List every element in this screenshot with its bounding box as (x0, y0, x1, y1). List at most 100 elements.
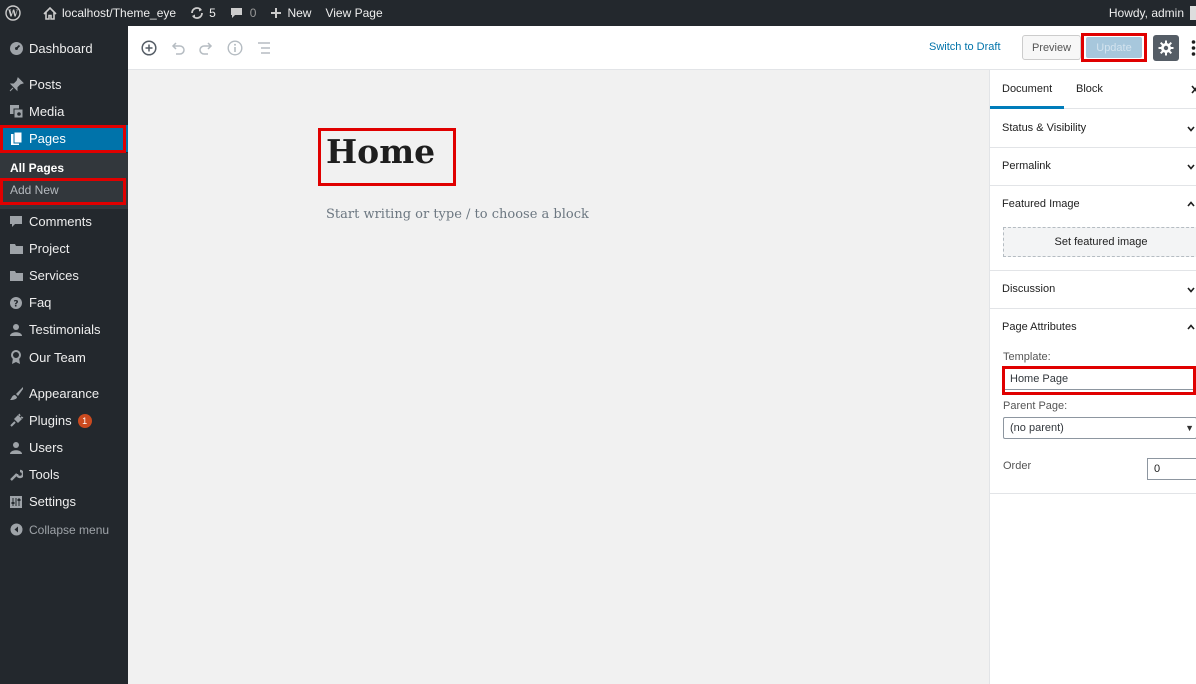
sidebar-item-plugins[interactable]: Plugins 1 (0, 407, 128, 434)
sidebar-label: Our Team (29, 350, 86, 365)
update-button[interactable]: Update (1086, 37, 1142, 58)
switch-to-draft-button[interactable]: Switch to Draft (929, 41, 1001, 53)
sidebar-label: Dashboard (29, 41, 93, 56)
sidebar-label: Users (29, 440, 63, 455)
comments-link[interactable]: 0 (223, 0, 264, 26)
submenu-add-new[interactable]: Add New (10, 183, 59, 197)
tab-block[interactable]: Block (1076, 83, 1103, 95)
editor-toolbar: Switch to Draft Preview Update (128, 26, 1196, 70)
updates-link[interactable]: 5 (183, 0, 223, 26)
sidebar-label: Plugins (29, 413, 72, 428)
media-icon (8, 104, 24, 120)
sidebar-item-comments[interactable]: Comments (0, 208, 128, 235)
panel-status-visibility[interactable]: Status & Visibility (990, 109, 1196, 148)
sidebar-item-our-team[interactable]: Our Team (0, 344, 128, 371)
pages-icon (8, 131, 24, 147)
undo-icon (171, 42, 185, 55)
sidebar-item-settings[interactable]: Settings (0, 488, 128, 515)
collapse-menu-button[interactable]: Collapse menu (0, 516, 128, 543)
panel-permalink[interactable]: Permalink (990, 148, 1196, 186)
chevron-up-icon (1187, 201, 1195, 207)
section-title: Discussion (1002, 283, 1056, 295)
sidebar-item-faq[interactable]: ? Faq (0, 289, 128, 316)
comment-icon (8, 214, 24, 230)
sidebar-label: Media (29, 104, 65, 119)
post-title-input[interactable]: Home (326, 132, 435, 171)
new-label: New (287, 6, 312, 20)
default-block-appender[interactable]: Start writing or type / to choose a bloc… (326, 207, 589, 222)
howdy-text: Howdy, admin (1108, 6, 1184, 20)
redo-icon (199, 42, 213, 55)
svg-text:W: W (7, 10, 19, 20)
list-outline-icon (258, 42, 270, 54)
sidebar-item-testimonials[interactable]: Testimonials (0, 316, 128, 343)
template-select[interactable]: Home Page (1003, 368, 1196, 390)
preview-button[interactable]: Preview (1022, 35, 1081, 60)
sidebar-tabs: Document Block (990, 70, 1196, 109)
view-page-link[interactable]: View Page (318, 0, 389, 26)
section-title[interactable]: Page Attributes (1002, 321, 1077, 333)
sidebar-label: Comments (29, 214, 92, 229)
home-icon (43, 6, 57, 20)
set-featured-image-label: Set featured image (1054, 236, 1148, 248)
sidebar-label: Services (29, 268, 79, 283)
sidebar-item-users[interactable]: Users (0, 434, 128, 461)
parent-page-select[interactable]: (no parent) ▼ (1003, 417, 1196, 439)
plus-icon (271, 8, 282, 18)
tab-document[interactable]: Document (1002, 83, 1052, 95)
submenu-all-pages[interactable]: All Pages (10, 161, 64, 175)
order-input[interactable]: 0 (1147, 458, 1196, 480)
sidebar-label: Project (29, 241, 70, 256)
plugins-update-badge: 1 (77, 413, 92, 428)
gear-icon (1158, 40, 1174, 56)
preview-label: Preview (1031, 41, 1072, 54)
chevron-up-icon[interactable] (1187, 323, 1195, 331)
vertical-ellipsis-icon (1191, 40, 1196, 56)
close-icon[interactable] (1191, 85, 1196, 94)
block-navigation-button[interactable] (255, 39, 273, 57)
avatar (1190, 6, 1196, 20)
sidebar-label: Posts (29, 77, 62, 92)
set-featured-image-button[interactable]: Set featured image (1003, 227, 1196, 257)
my-account-link[interactable]: Howdy, admin (1102, 0, 1196, 26)
dashboard-icon (8, 41, 24, 57)
sidebar-item-project[interactable]: Project (0, 235, 128, 262)
more-options-button[interactable] (1191, 39, 1196, 57)
panel-discussion[interactable]: Discussion (990, 271, 1196, 309)
view-page-label: View Page (325, 6, 383, 20)
sidebar-label: Appearance (29, 386, 100, 401)
refresh-icon (191, 7, 203, 19)
template-label: Template: (1003, 351, 1051, 363)
wordpress-logo-button[interactable]: W (0, 0, 33, 26)
redo-button[interactable] (197, 39, 215, 57)
site-name: localhost/Theme_eye (62, 6, 177, 20)
content-info-button[interactable] (226, 39, 244, 57)
settings-toggle-button[interactable] (1153, 35, 1179, 61)
parent-page-label: Parent Page: (1003, 400, 1068, 412)
sidebar-label: Tools (29, 467, 60, 482)
new-content-link[interactable]: New (263, 0, 318, 26)
sidebar-label: Collapse menu (29, 522, 110, 537)
comment-bubble-icon (230, 8, 242, 18)
award-icon (8, 350, 24, 366)
sidebar-label: Testimonials (29, 322, 101, 337)
user-icon (8, 440, 24, 456)
sidebar-item-appearance[interactable]: Appearance (0, 380, 128, 407)
section-title: Status & Visibility (1002, 122, 1087, 134)
sidebar-item-media[interactable]: Media (0, 98, 128, 125)
comments-count: 0 (249, 6, 257, 20)
sidebar-item-tools[interactable]: Tools (0, 461, 128, 488)
add-block-button[interactable] (140, 39, 158, 57)
editor-canvas: Home Start writing or type / to choose a… (128, 70, 990, 684)
sidebar-item-posts[interactable]: Posts (0, 71, 128, 98)
admin-sidebar: Dashboard Posts Media Pages All Pages Ad… (0, 26, 128, 684)
sidebar-item-pages[interactable]: Pages (0, 125, 128, 152)
sidebar-item-services[interactable]: Services (0, 262, 128, 289)
sidebar-item-dashboard[interactable]: Dashboard (0, 35, 128, 62)
order-label: Order (1003, 460, 1032, 472)
site-name-link[interactable]: localhost/Theme_eye (33, 0, 183, 26)
chevron-down-icon (1187, 164, 1195, 170)
undo-button[interactable] (169, 39, 187, 57)
wrench-icon (8, 467, 24, 483)
section-title: Permalink (1002, 160, 1051, 172)
